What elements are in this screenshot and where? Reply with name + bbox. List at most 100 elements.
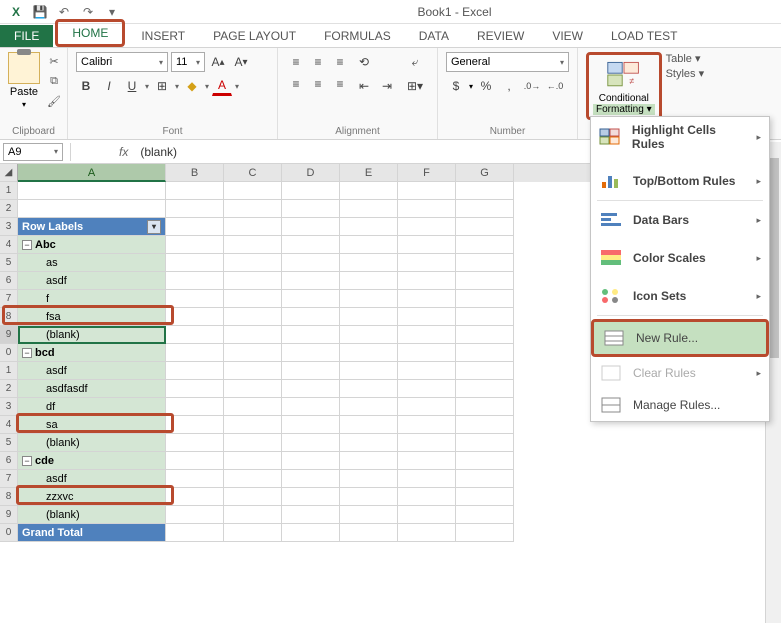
align-center-icon[interactable]: ≡ (308, 74, 328, 94)
cell[interactable] (224, 416, 282, 434)
cell[interactable] (166, 290, 224, 308)
cell[interactable] (224, 308, 282, 326)
cell[interactable] (224, 452, 282, 470)
cell[interactable]: asdf (18, 470, 166, 488)
cell[interactable] (340, 506, 398, 524)
cell[interactable] (340, 470, 398, 488)
paste-button[interactable]: Paste ▾ (8, 52, 40, 109)
cell[interactable] (224, 290, 282, 308)
row-header[interactable]: 1 (0, 182, 18, 200)
cell[interactable]: −bcd (18, 344, 166, 362)
cell[interactable]: (blank) (18, 434, 166, 452)
cut-icon[interactable]: ✂ (44, 52, 64, 70)
cell[interactable] (166, 380, 224, 398)
tab-view[interactable]: VIEW (538, 25, 597, 47)
cell[interactable] (282, 290, 340, 308)
save-icon[interactable]: 💾 (30, 3, 50, 21)
border-icon[interactable]: ⊞ (152, 76, 172, 96)
comma-icon[interactable]: , (499, 76, 519, 96)
cell[interactable] (340, 236, 398, 254)
cell[interactable] (456, 470, 514, 488)
cell[interactable] (18, 182, 166, 200)
cell[interactable] (456, 290, 514, 308)
row-header[interactable]: 4 (0, 236, 18, 254)
conditional-formatting-button[interactable]: ≠ Conditional Formatting ▾ (586, 52, 662, 120)
cell[interactable]: f (18, 290, 166, 308)
tab-insert[interactable]: INSERT (127, 25, 199, 47)
cell[interactable] (224, 506, 282, 524)
cell[interactable] (282, 488, 340, 506)
cell[interactable] (224, 434, 282, 452)
cell[interactable] (398, 470, 456, 488)
name-box[interactable]: A9▾ (3, 143, 63, 161)
cell[interactable] (456, 200, 514, 218)
menu-color-scales[interactable]: Color Scales▸ (591, 242, 769, 274)
cell[interactable] (398, 524, 456, 542)
cell[interactable] (340, 380, 398, 398)
align-top-icon[interactable]: ≡ (286, 52, 306, 72)
currency-icon[interactable]: $ (446, 76, 466, 96)
orientation-icon[interactable]: ⟲ (354, 52, 374, 72)
cell[interactable] (456, 254, 514, 272)
row-header[interactable]: 0 (0, 344, 18, 362)
cell[interactable] (166, 308, 224, 326)
cell[interactable] (398, 416, 456, 434)
collapse-icon[interactable]: − (22, 240, 32, 250)
collapse-icon[interactable]: − (22, 348, 32, 358)
cell[interactable]: asdf (18, 272, 166, 290)
cell[interactable] (340, 434, 398, 452)
tab-data[interactable]: DATA (405, 25, 463, 47)
row-header[interactable]: 4 (0, 416, 18, 434)
redo-icon[interactable]: ↷ (78, 3, 98, 21)
undo-icon[interactable]: ↶ (54, 3, 74, 21)
cell[interactable] (224, 344, 282, 362)
menu-clear-rules[interactable]: Clear Rules▸ (591, 357, 769, 389)
tab-file[interactable]: FILE (0, 25, 53, 47)
cell[interactable] (166, 416, 224, 434)
cell[interactable]: df (18, 398, 166, 416)
cell[interactable] (340, 182, 398, 200)
cell[interactable] (340, 218, 398, 236)
cell[interactable]: (blank) (18, 506, 166, 524)
cell[interactable] (398, 308, 456, 326)
cell[interactable] (224, 272, 282, 290)
cell[interactable] (456, 488, 514, 506)
cell[interactable] (224, 524, 282, 542)
cell[interactable] (456, 362, 514, 380)
font-name-dropdown[interactable]: Calibri▾ (76, 52, 168, 72)
row-header[interactable]: 2 (0, 380, 18, 398)
copy-icon[interactable]: ⧉ (44, 72, 64, 90)
cell[interactable] (224, 254, 282, 272)
menu-data-bars[interactable]: Data Bars▸ (591, 204, 769, 236)
bold-button[interactable]: B (76, 76, 96, 96)
cell[interactable] (166, 362, 224, 380)
cell[interactable] (456, 272, 514, 290)
cell[interactable] (456, 308, 514, 326)
align-left-icon[interactable]: ≡ (286, 74, 306, 94)
col-header-B[interactable]: B (166, 164, 224, 182)
decrease-font-icon[interactable]: A▾ (231, 52, 251, 72)
font-size-dropdown[interactable]: 11▾ (171, 52, 205, 72)
cell[interactable] (282, 326, 340, 344)
col-header-F[interactable]: F (398, 164, 456, 182)
cell[interactable] (398, 236, 456, 254)
col-header-A[interactable]: A (18, 164, 166, 182)
format-painter-icon[interactable]: 🖌 (44, 92, 64, 110)
cell[interactable]: −cde (18, 452, 166, 470)
cell[interactable]: asdfasdf (18, 380, 166, 398)
cell[interactable] (340, 344, 398, 362)
cell[interactable] (398, 182, 456, 200)
col-header-C[interactable]: C (224, 164, 282, 182)
cell[interactable] (166, 524, 224, 542)
number-format-dropdown[interactable]: General▾ (446, 52, 569, 72)
col-header-D[interactable]: D (282, 164, 340, 182)
increase-decimal-icon[interactable]: .0→ (522, 76, 542, 96)
cell[interactable] (398, 452, 456, 470)
percent-icon[interactable]: % (476, 76, 496, 96)
col-header-E[interactable]: E (340, 164, 398, 182)
cell[interactable] (456, 398, 514, 416)
cell[interactable] (282, 452, 340, 470)
cell[interactable] (398, 362, 456, 380)
cell[interactable]: (blank) (18, 326, 166, 344)
cell[interactable] (166, 254, 224, 272)
